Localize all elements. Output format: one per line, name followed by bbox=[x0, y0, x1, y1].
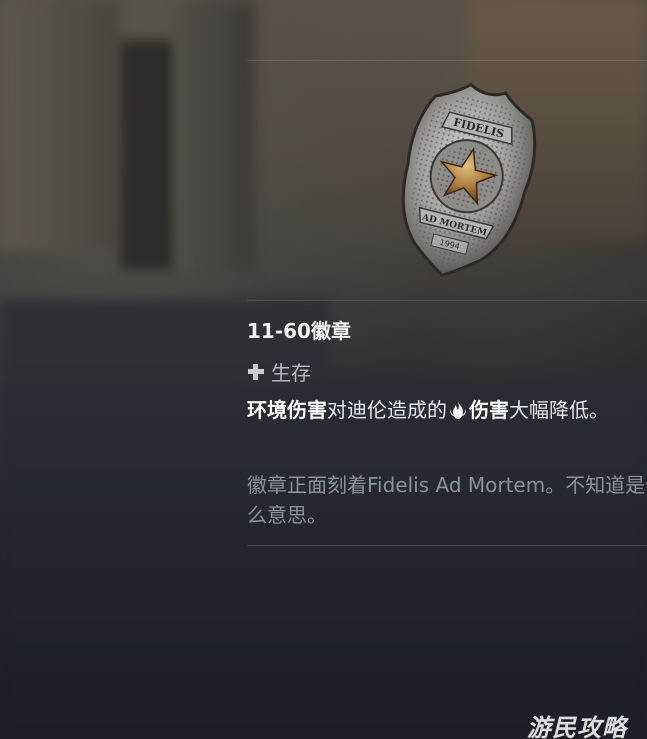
effect-term-environment-damage: 环境伤害 bbox=[247, 398, 327, 422]
effect-text-tail: 大幅降低。 bbox=[509, 398, 609, 422]
item-effect: 环境伤害对迪伦造成的 伤害大幅降低。 bbox=[247, 395, 647, 425]
item-flavor-text: 徽章正面刻着Fidelis Ad Mortem。不知道是什么意思。 bbox=[247, 473, 647, 527]
effect-term-damage: 伤害 bbox=[469, 398, 509, 422]
background-column bbox=[175, 0, 255, 270]
bottom-divider bbox=[247, 545, 647, 546]
background-door bbox=[120, 40, 175, 270]
image-divider bbox=[247, 300, 647, 301]
effect-text-middle: 对迪伦造成的 bbox=[327, 398, 447, 422]
plus-icon bbox=[247, 363, 265, 381]
item-title: 11-60徽章 bbox=[247, 319, 351, 343]
background-floor bbox=[0, 380, 647, 739]
watermark: 游民攻略 bbox=[527, 714, 627, 739]
fire-icon bbox=[450, 401, 466, 419]
item-category: 生存 bbox=[247, 357, 311, 386]
item-category-label: 生存 bbox=[271, 361, 311, 385]
top-divider bbox=[247, 60, 647, 61]
badge-image: FIDELIS AD MORTEM 1994 bbox=[401, 82, 537, 277]
background-window bbox=[0, 0, 120, 250]
game-item-screen: FIDELIS AD MORTEM 1994 11-60徽章 生存 环境伤害对迪… bbox=[0, 0, 647, 739]
